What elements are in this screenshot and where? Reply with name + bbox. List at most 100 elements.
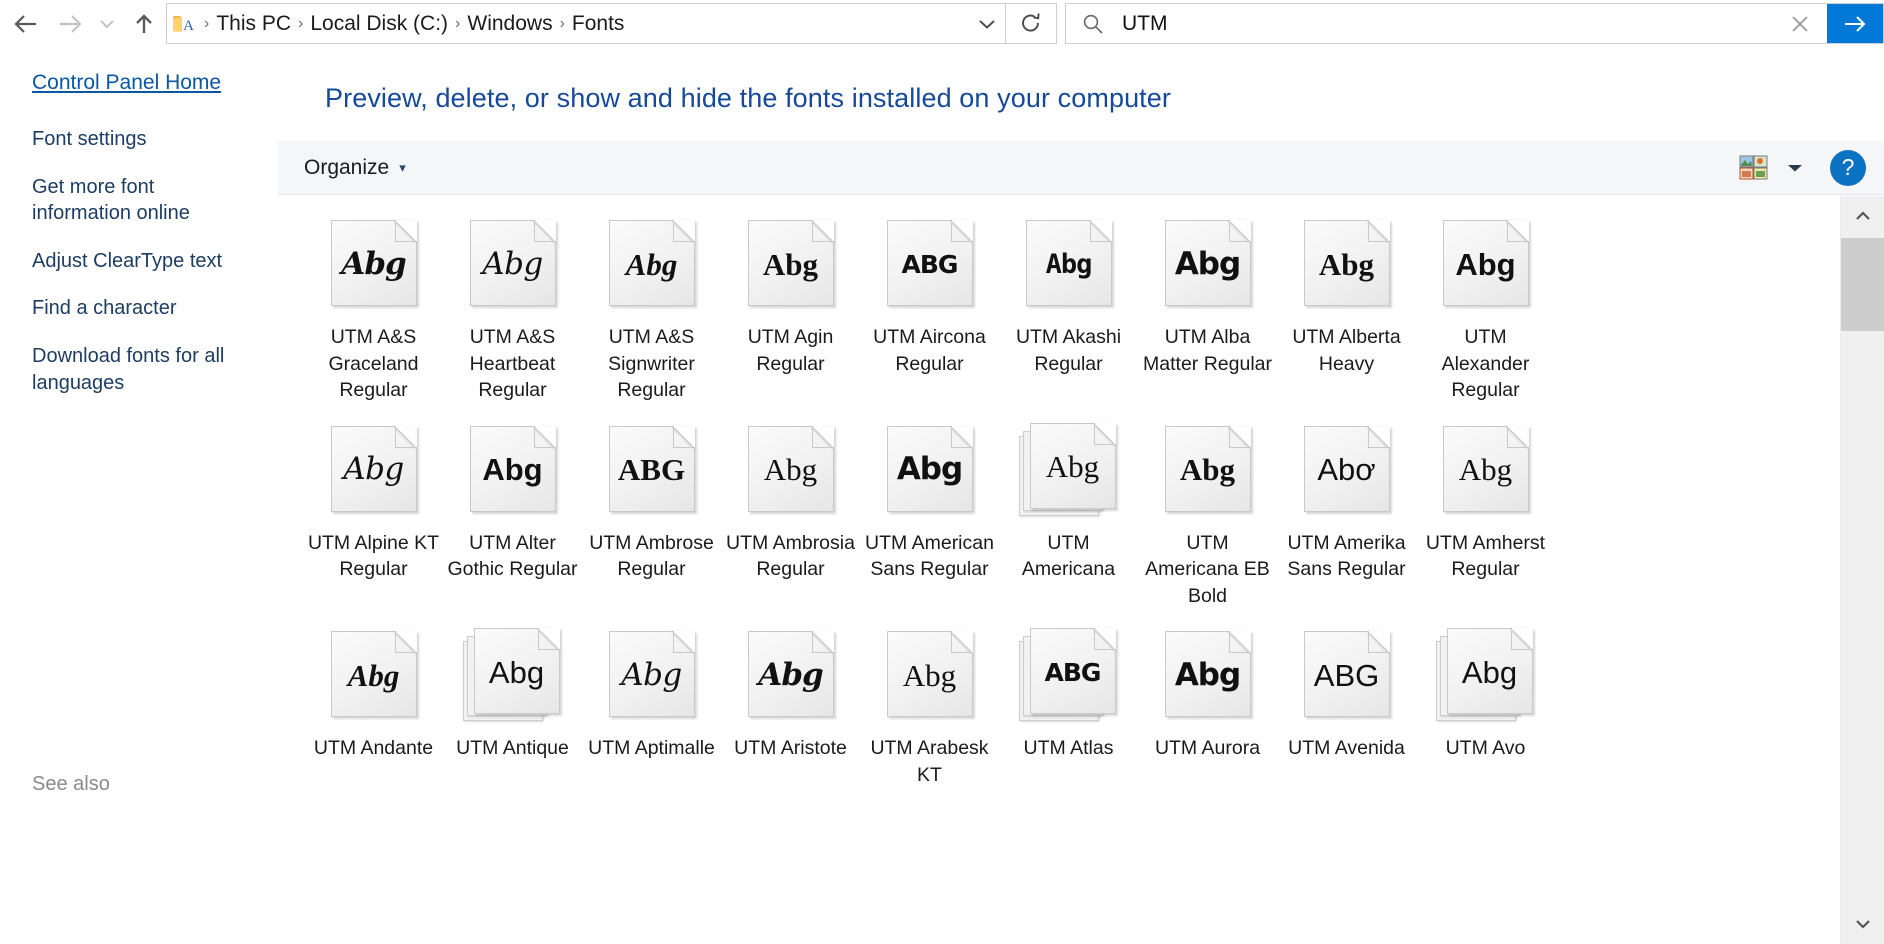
- font-tile[interactable]: Abg UTM Andante: [304, 619, 443, 798]
- page-fold-corner-icon: [950, 220, 973, 242]
- page-shape: Abg: [747, 631, 834, 718]
- vertical-scrollbar[interactable]: [1840, 196, 1884, 944]
- breadcrumb-separator-1: ›: [298, 14, 304, 32]
- back-button[interactable]: [4, 2, 48, 46]
- page-fold-corner-icon: [1228, 425, 1251, 448]
- scrollbar-thumb[interactable]: [1841, 238, 1884, 331]
- page-fold-corner-icon: [672, 220, 695, 242]
- font-tile[interactable]: Abg UTM Americana EB Bold: [1138, 414, 1277, 620]
- breadcrumb-item-this-pc[interactable]: This PC: [212, 10, 295, 38]
- font-tile[interactable]: ABG UTM Ambrose Regular: [582, 414, 721, 620]
- page-fold-corner-icon: [811, 425, 834, 448]
- chevron-down-icon[interactable]: [1780, 152, 1810, 184]
- content-pane: Preview, delete, or show and hide the fo…: [278, 47, 1884, 944]
- up-button[interactable]: [122, 2, 166, 46]
- page-fold-corner-icon: [1093, 422, 1116, 445]
- font-file-icon: Abg: [880, 422, 980, 522]
- address-bar[interactable]: A › This PC › Local Disk (C:) › Windows …: [166, 3, 1006, 44]
- font-tile[interactable]: Abg UTM A&S Signwriter Regular: [582, 208, 721, 414]
- font-name-label: UTM Americana: [1021, 531, 1116, 581]
- font-name-label: UTM Agin Regular: [747, 326, 834, 375]
- font-name-label: UTM Alberta Heavy: [1292, 326, 1401, 375]
- see-also-heading: See also: [32, 773, 110, 795]
- font-tile[interactable]: Abg UTM Agin Regular: [721, 208, 860, 414]
- font-name-label: UTM Avo: [1445, 737, 1526, 760]
- sidebar-item-download-fonts[interactable]: Download fonts for all languages: [32, 343, 247, 396]
- font-tile[interactable]: ABG UTM Avenida: [1277, 619, 1416, 798]
- breadcrumb-item-fonts[interactable]: Fonts: [568, 10, 629, 38]
- font-tile[interactable]: Abg UTM Akashi Regular: [999, 208, 1138, 414]
- font-file-icon: Abg: [602, 627, 702, 727]
- font-tile[interactable]: Abg UTM Americana: [999, 414, 1138, 620]
- sidebar-item-adjust-cleartype[interactable]: Adjust ClearType text: [32, 248, 247, 275]
- font-tile[interactable]: Abg UTM Alberta Heavy: [1277, 208, 1416, 414]
- font-preview-text: Abg: [763, 452, 818, 488]
- font-tile[interactable]: Abg UTM Aurora: [1138, 619, 1277, 798]
- page-fold-corner-icon: [1506, 425, 1529, 448]
- sidebar-item-find-a-character[interactable]: Find a character: [32, 295, 247, 322]
- font-tile[interactable]: Abg UTM Aptimalle: [582, 619, 721, 798]
- search-box[interactable]: [1065, 3, 1884, 44]
- breadcrumb-separator-0: ›: [204, 14, 210, 32]
- refresh-button[interactable]: [1005, 3, 1057, 44]
- font-name-label: UTM Alba Matter Regular: [1143, 326, 1272, 375]
- font-file-icon: Abg: [880, 627, 980, 727]
- breadcrumb: › This PC › Local Disk (C:) › Windows › …: [201, 10, 969, 38]
- font-tile[interactable]: Abg UTM A&S Graceland Regular: [304, 208, 443, 414]
- font-preview-text: Abg: [1458, 452, 1513, 488]
- search-go-button[interactable]: [1827, 4, 1883, 43]
- font-tile[interactable]: Abg UTM Alter Gothic Regular: [443, 414, 582, 620]
- sidebar-item-get-more-font-info[interactable]: Get more font information online: [32, 174, 247, 227]
- search-input[interactable]: [1120, 4, 1773, 43]
- font-tile[interactable]: Abg UTM American Sans Regular: [860, 414, 999, 620]
- font-family-stack-icon: ABG: [1018, 627, 1119, 727]
- page-shape: Abg: [469, 220, 556, 306]
- font-file-icon: Abg: [1019, 216, 1119, 316]
- font-tile[interactable]: Abơ UTM Amerika Sans Regular: [1277, 414, 1416, 620]
- scroll-up-button[interactable]: [1841, 196, 1884, 236]
- font-file-icon: Abg: [324, 216, 424, 316]
- change-view-icon[interactable]: [1734, 152, 1774, 184]
- page-fold-corner-icon: [1367, 631, 1390, 654]
- organize-button[interactable]: Organize ▾: [292, 152, 418, 184]
- font-name-label: UTM Antique: [456, 737, 569, 760]
- font-preview-text: Abg: [1455, 246, 1516, 282]
- font-file-icon: Abg: [463, 216, 563, 316]
- font-name-label: UTM Amherst Regular: [1425, 531, 1546, 581]
- font-tile[interactable]: Abg UTM Aristote: [721, 619, 860, 798]
- font-file-icon: Abg: [1297, 216, 1397, 316]
- font-tile[interactable]: Abg UTM Alexander Regular: [1416, 208, 1555, 414]
- font-tile[interactable]: Abg UTM Antique: [443, 619, 582, 798]
- help-button[interactable]: ?: [1830, 149, 1866, 186]
- page-shape: Abg: [1442, 425, 1529, 512]
- font-preview-text: Abg: [902, 657, 957, 693]
- font-tile[interactable]: Abg UTM Alpine KT Regular: [304, 414, 443, 620]
- font-preview-text: Abg: [343, 451, 404, 488]
- font-file-icon: Abg: [1436, 422, 1536, 522]
- sidebar-item-font-settings[interactable]: Font settings: [32, 126, 247, 153]
- scroll-down-button[interactable]: [1841, 904, 1884, 944]
- font-tile[interactable]: Abg UTM Alba Matter Regular: [1138, 208, 1277, 414]
- chevron-down-icon[interactable]: [969, 4, 1005, 43]
- recent-locations-button[interactable]: [92, 2, 122, 46]
- control-panel-home-link[interactable]: Control Panel Home: [32, 71, 221, 95]
- forward-button[interactable]: [48, 2, 92, 46]
- font-preview-text: Abg: [1461, 654, 1518, 690]
- font-family-stack-icon: Abg: [1018, 422, 1119, 522]
- font-tile[interactable]: ABG UTM Aircona Regular: [860, 208, 999, 414]
- breadcrumb-item-windows[interactable]: Windows: [463, 10, 556, 38]
- fonts-folder-icon: A: [167, 4, 201, 43]
- font-tile[interactable]: Abg UTM Avo: [1416, 619, 1555, 798]
- font-tile[interactable]: Abg UTM Amherst Regular: [1416, 414, 1555, 620]
- font-tile[interactable]: Abg UTM A&S Heartbeat Regular: [443, 208, 582, 414]
- page-shape: Abg: [469, 425, 556, 512]
- font-preview-text: Abg: [1318, 246, 1375, 282]
- page-shape: Abg: [886, 425, 973, 512]
- page-fold-corner-icon: [1228, 220, 1251, 242]
- breadcrumb-item-local-disk[interactable]: Local Disk (C:): [306, 10, 452, 38]
- page-shape: Abg: [1442, 220, 1529, 306]
- font-tile[interactable]: ABG UTM Atlas: [999, 619, 1138, 798]
- font-tile[interactable]: Abg UTM Arabesk KT: [860, 619, 999, 798]
- close-icon[interactable]: [1773, 13, 1827, 35]
- font-tile[interactable]: Abg UTM Ambrosia Regular: [721, 414, 860, 620]
